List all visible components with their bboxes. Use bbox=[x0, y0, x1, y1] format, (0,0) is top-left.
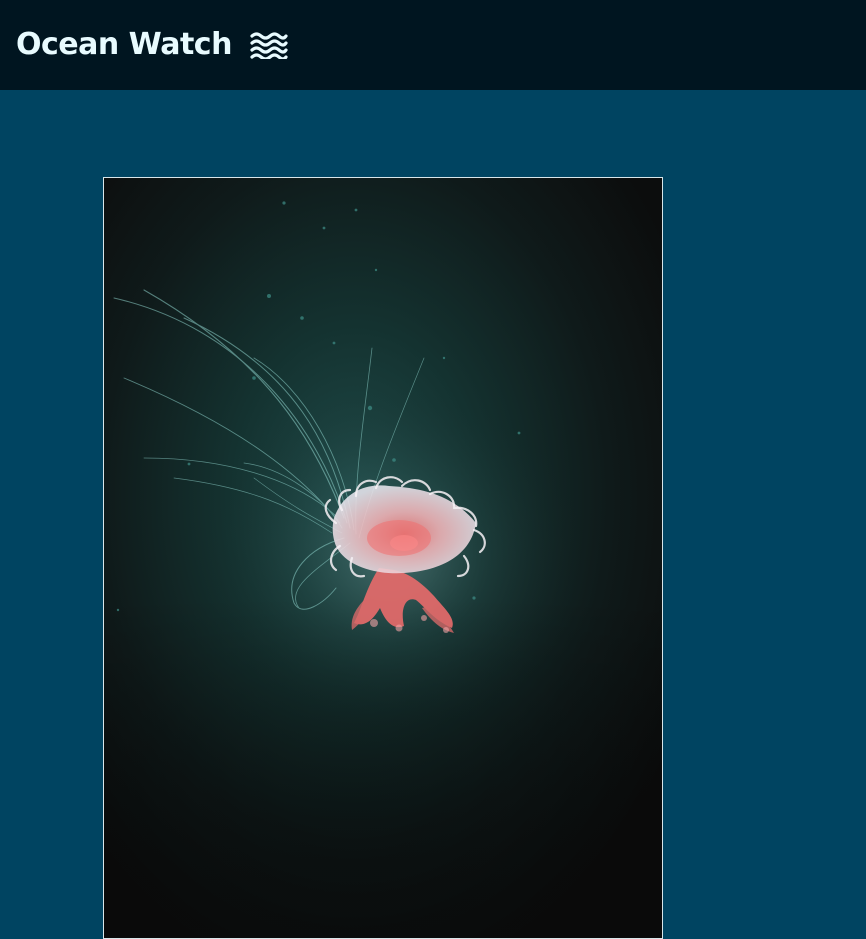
waves-icon[interactable] bbox=[250, 31, 288, 61]
top-bar: Ocean Watch bbox=[0, 0, 866, 90]
site-title[interactable]: Ocean Watch bbox=[16, 30, 232, 60]
jellyfish-photo bbox=[103, 177, 663, 939]
main-content bbox=[0, 90, 866, 939]
